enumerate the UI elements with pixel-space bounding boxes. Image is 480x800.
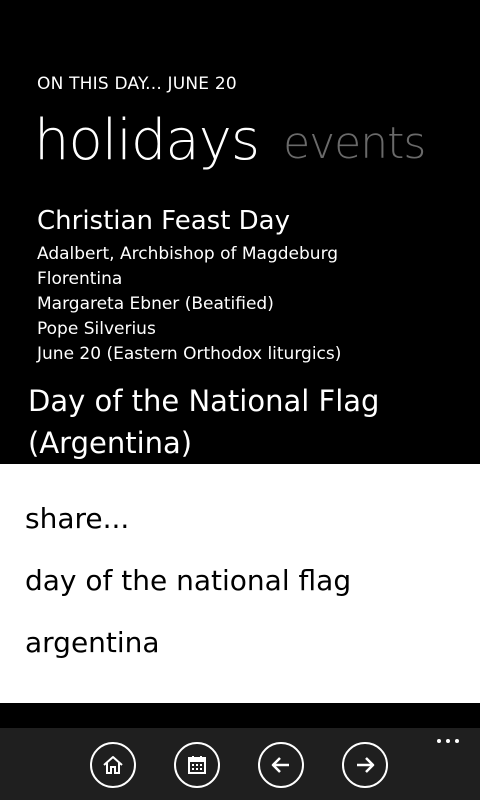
- pivot-tab-events[interactable]: events: [283, 106, 426, 176]
- feast-day-list: Adalbert, Archbishop of Magdeburg Floren…: [37, 242, 341, 367]
- list-item: Margareta Ebner (Beatified): [37, 294, 274, 314]
- calendar-icon: [188, 756, 206, 774]
- arrow-right-icon: [357, 757, 375, 773]
- menu-item-day-of-the-national-flag[interactable]: day of the national flag: [25, 564, 351, 597]
- section-title: Christian Feast Day: [37, 206, 290, 236]
- context-menu: share... day of the national flag argent…: [0, 464, 480, 703]
- list-item: Pope Silverius: [37, 319, 156, 339]
- list-item: Florentina: [37, 269, 123, 289]
- highlighted-holiday[interactable]: Day of the National Flag (Argentina): [28, 380, 468, 464]
- calendar-button[interactable]: [174, 742, 220, 788]
- app-title: ON THIS DAY... JUNE 20: [37, 74, 237, 94]
- arrow-left-icon: [271, 757, 289, 773]
- menu-item-argentina[interactable]: argentina: [25, 626, 160, 659]
- home-icon: [103, 756, 123, 774]
- ellipsis-dot: [455, 739, 459, 743]
- menu-item-share[interactable]: share...: [25, 502, 129, 535]
- forward-button[interactable]: [342, 742, 388, 788]
- app-bar: [0, 728, 480, 800]
- list-item: June 20 (Eastern Orthodox liturgics): [37, 344, 342, 364]
- pivot-header-strip: holidays events: [34, 106, 480, 176]
- pivot-tab-holidays[interactable]: holidays: [34, 106, 260, 176]
- ellipsis-dot: [446, 739, 450, 743]
- back-button[interactable]: [258, 742, 304, 788]
- ellipsis-dot: [437, 739, 441, 743]
- home-button[interactable]: [90, 742, 136, 788]
- list-item: Adalbert, Archbishop of Magdeburg: [37, 244, 339, 264]
- ellipsis-icon[interactable]: [428, 728, 468, 754]
